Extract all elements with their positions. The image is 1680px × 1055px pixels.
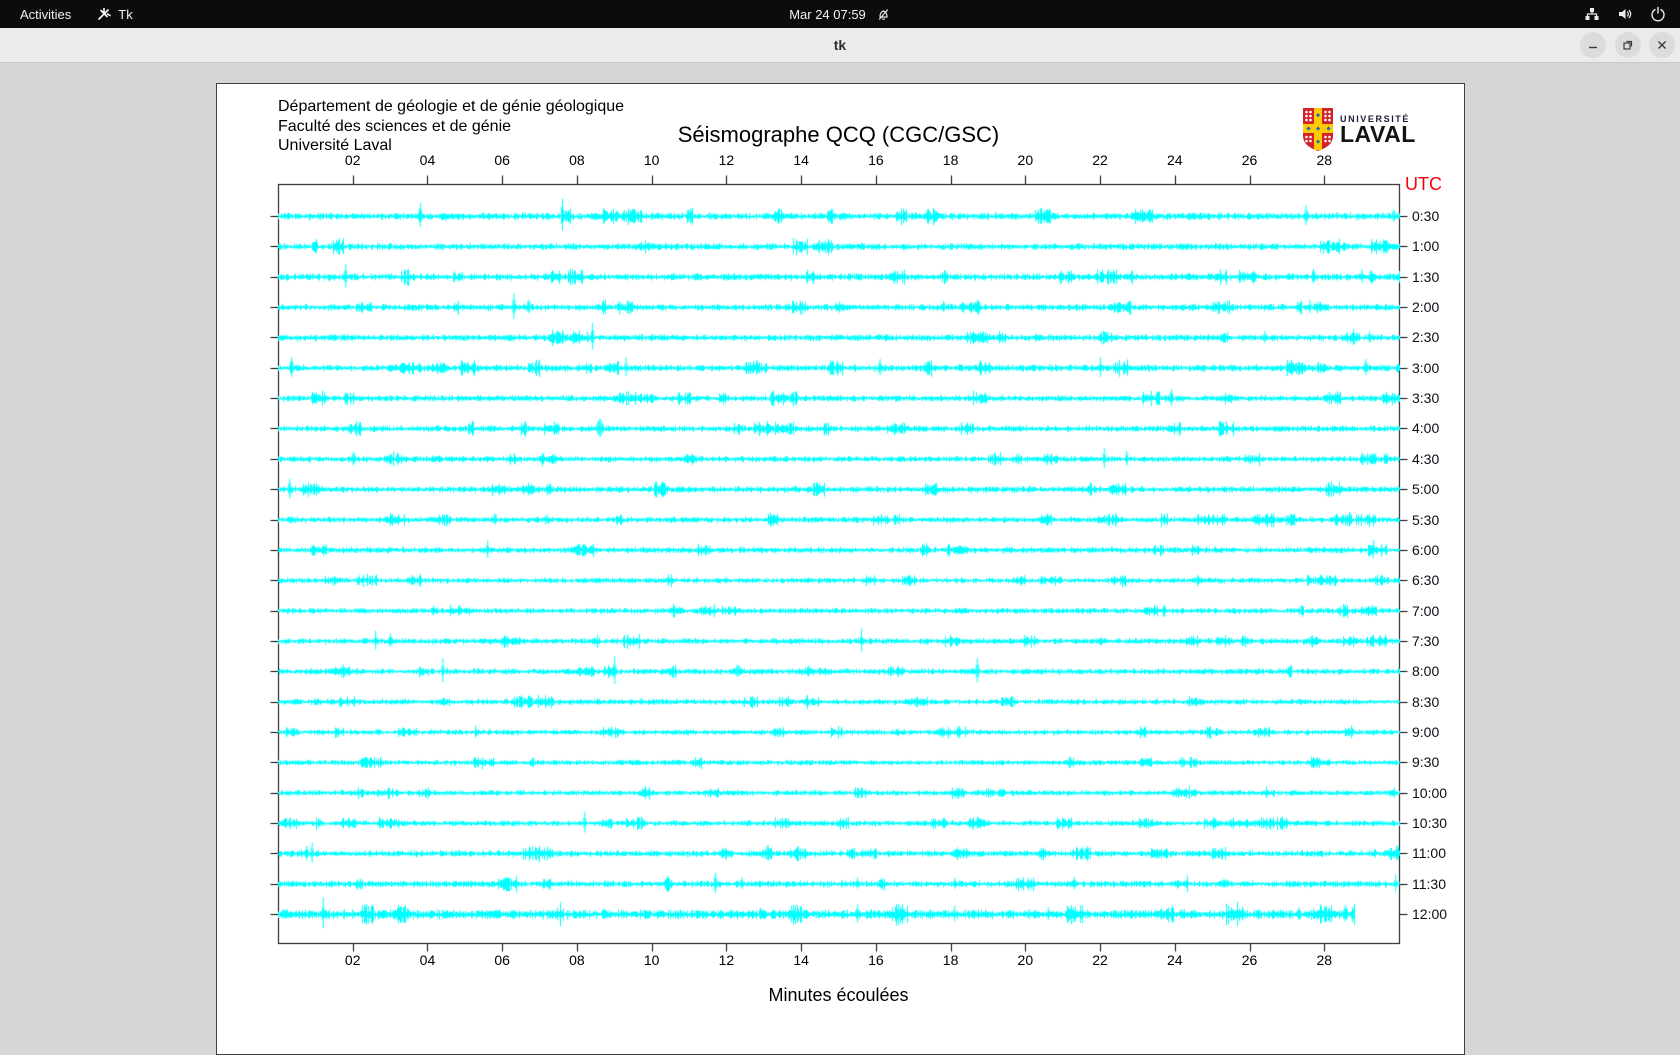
time-label: 1:30 [1412,268,1440,285]
x-tick-label-top: 14 [793,152,809,168]
minimize-button[interactable] [1580,32,1606,58]
power-icon[interactable] [1650,6,1666,22]
time-label: 8:30 [1412,693,1440,710]
time-label: 6:30 [1412,572,1440,589]
window-title: tk [833,37,847,53]
x-tick-label-top: 10 [643,152,660,168]
x-tick-label-top: 04 [419,152,436,168]
x-tick-label-bottom: 22 [1092,952,1108,968]
tk-icon [98,7,112,20]
x-tick-label-bottom: 12 [718,952,735,968]
x-tick-label-bottom: 26 [1241,952,1258,968]
x-tick-label-bottom: 16 [868,952,884,968]
time-label: 9:30 [1412,754,1440,771]
x-tick-label-bottom: 06 [494,952,510,968]
time-label: 1:00 [1412,238,1440,255]
time-label: 9:00 [1412,723,1440,740]
time-label: 3:00 [1412,359,1440,376]
x-tick-label-bottom: 24 [1167,952,1183,968]
x-tick-label-top: 02 [344,152,361,168]
close-button[interactable] [1649,32,1675,58]
time-label: 4:30 [1412,450,1440,467]
time-label: 2:00 [1412,299,1440,316]
maximize-button[interactable] [1615,32,1641,58]
helicorder-canvas [217,84,1464,1052]
x-tick-label-top: 28 [1316,152,1333,168]
time-label: 2:30 [1412,329,1440,346]
x-tick-label-top: 08 [569,152,585,168]
x-tick-label-bottom: 14 [793,952,809,968]
time-label: 5:00 [1412,481,1440,498]
x-tick-label-top: 16 [868,152,884,168]
network-wired-icon[interactable] [1584,6,1600,22]
time-label: 6:00 [1412,541,1440,558]
time-label: 8:00 [1412,663,1440,680]
x-tick-label-bottom: 08 [569,952,585,968]
x-tick-label-top: 22 [1092,152,1108,168]
notifications-muted-icon [878,8,889,20]
time-label: 12:00 [1412,906,1448,923]
time-label: 7:30 [1412,632,1440,649]
x-tick-label-bottom: 18 [942,952,959,968]
time-label: 0:30 [1412,208,1440,224]
x-tick-label-bottom: 10 [643,952,660,968]
x-tick-label-top: 12 [718,152,735,168]
time-label: 10:30 [1412,815,1448,831]
x-tick-label-bottom: 20 [1017,952,1034,968]
focused-app-menu[interactable]: Tk [97,6,133,22]
time-label: 4:00 [1412,420,1440,437]
clock[interactable]: Mar 24 07:59 [789,7,866,22]
x-axis-title: Minutes écoulées [768,985,909,1005]
volume-icon[interactable] [1617,6,1633,22]
time-label: 11:00 [1412,845,1446,862]
time-label: 7:00 [1412,602,1440,619]
x-tick-label-bottom: 02 [344,952,361,968]
gnome-top-bar: Activities Tk Mar 24 07:59 [0,0,1680,28]
x-tick-label-bottom: 04 [419,952,436,968]
time-label: 3:30 [1412,390,1440,407]
x-tick-label-top: 20 [1017,152,1034,168]
x-tick-label-bottom: 28 [1316,952,1333,968]
focused-app-name: Tk [118,6,133,22]
time-label: 11:30 [1412,875,1446,892]
x-tick-label-top: 24 [1167,152,1183,168]
window-titlebar: tk [0,28,1680,63]
time-label: 5:30 [1412,511,1440,528]
activities-button[interactable]: Activities [20,7,71,22]
x-tick-label-top: 06 [494,152,510,168]
x-tick-label-top: 18 [942,152,959,168]
time-label: 10:00 [1412,784,1448,801]
x-tick-label-top: 26 [1241,152,1258,168]
seismograph-page: Département de géologie et de génie géol… [216,83,1465,1055]
